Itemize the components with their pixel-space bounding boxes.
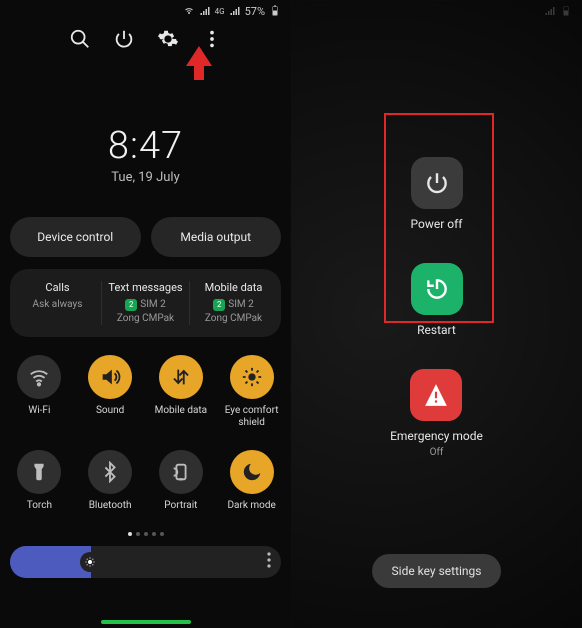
- sim-calls-sub: Ask always: [18, 298, 97, 312]
- portrait-tile[interactable]: Portrait: [148, 450, 215, 522]
- emergency-label: Emergency mode: [390, 429, 483, 443]
- emergency-icon: [410, 369, 462, 421]
- side-key-label: Side key settings: [392, 564, 482, 578]
- sim-calls-title: Calls: [18, 281, 97, 294]
- qs-label: Wi-Fi: [28, 405, 50, 427]
- qs-label: Torch: [27, 500, 52, 522]
- emergency-mode-button[interactable]: Emergency mode Off: [390, 369, 483, 458]
- sound-icon: [88, 355, 132, 399]
- status-bar: 4G 57%: [0, 0, 291, 22]
- qs-label: Dark mode: [227, 500, 275, 522]
- sim-data-col[interactable]: Mobile data 2SIM 2Zong CMPak: [190, 281, 277, 325]
- restart-icon: [411, 263, 463, 315]
- signal-icon: [544, 5, 556, 17]
- media-output-button[interactable]: Media output: [151, 217, 282, 257]
- brightness-fill: [10, 546, 91, 578]
- qs-label: Portrait: [164, 500, 197, 522]
- sim-badge-icon: 2: [125, 299, 137, 311]
- wifi-icon: [17, 355, 61, 399]
- clock-time: 8:47: [0, 124, 291, 168]
- brightness-more-icon[interactable]: [267, 552, 271, 572]
- dark-mode-icon: [230, 450, 274, 494]
- settings-button[interactable]: [157, 28, 179, 50]
- clock-date: Tue, 19 July: [0, 170, 291, 185]
- sim-badge-icon: 2: [213, 299, 225, 311]
- notification-panel-screen: 4G 57% 8:47 Tue, 19 July Device control …: [0, 0, 291, 628]
- sim-texts-col[interactable]: Text messages 2SIM 2Zong CMPak: [102, 281, 190, 325]
- sim-manager-card[interactable]: Calls Ask always Text messages 2SIM 2Zon…: [10, 269, 281, 337]
- mobile-data-icon: [159, 355, 203, 399]
- qs-label: Sound: [96, 405, 124, 427]
- qs-label: Bluetooth: [89, 500, 132, 522]
- brightness-thumb: [80, 552, 100, 572]
- battery-icon: [269, 5, 281, 17]
- mobile-data-tile[interactable]: Mobile data: [148, 355, 215, 428]
- device-control-button[interactable]: Device control: [10, 217, 141, 257]
- dark-mode-tile[interactable]: Dark mode: [218, 450, 285, 522]
- eye-comfort-icon: [230, 355, 274, 399]
- hotspot-icon: [183, 5, 195, 17]
- bluetooth-tile[interactable]: Bluetooth: [77, 450, 144, 522]
- torch-icon: [17, 450, 61, 494]
- quick-settings-grid: Wi-Fi Sound Mobile data Eye comfort shie…: [6, 355, 285, 522]
- media-output-label: Media output: [180, 230, 251, 244]
- sound-tile[interactable]: Sound: [77, 355, 144, 428]
- network-type: 4G: [215, 7, 225, 16]
- page-indicator: [0, 532, 291, 536]
- signal2-icon: [229, 5, 241, 17]
- torch-tile[interactable]: Torch: [6, 450, 73, 522]
- portrait-icon: [159, 450, 203, 494]
- qs-label: Mobile data: [155, 405, 208, 427]
- sim-data-sub: 2SIM 2Zong CMPak: [194, 298, 273, 325]
- clock-block: 8:47 Tue, 19 July: [0, 124, 291, 185]
- power-off-button[interactable]: Power off: [411, 157, 463, 231]
- sim-texts-title: Text messages: [106, 281, 185, 294]
- power-icon: [411, 157, 463, 209]
- annotation-arrow: [186, 46, 212, 80]
- side-key-settings-button[interactable]: Side key settings: [372, 554, 502, 588]
- sim-data-title: Mobile data: [194, 281, 273, 294]
- wifi-tile[interactable]: Wi-Fi: [6, 355, 73, 428]
- power-off-label: Power off: [411, 217, 463, 231]
- qs-label: Eye comfort shield: [218, 405, 285, 428]
- device-control-label: Device control: [37, 230, 113, 244]
- restart-label: Restart: [417, 323, 456, 337]
- battery-pct: 57%: [245, 5, 265, 18]
- restart-button[interactable]: Restart: [411, 263, 463, 337]
- bluetooth-icon: [88, 450, 132, 494]
- battery-icon: [560, 5, 572, 17]
- sim-texts-sub: 2SIM 2Zong CMPak: [106, 298, 185, 325]
- status-bar: [291, 0, 582, 22]
- sim-calls-col[interactable]: Calls Ask always: [14, 281, 102, 325]
- search-button[interactable]: [69, 28, 91, 50]
- power-menu-screen: Power off Restart Emergency mode Off Sid…: [291, 0, 582, 628]
- brightness-slider[interactable]: [10, 546, 281, 578]
- power-button[interactable]: [113, 28, 135, 50]
- eye-comfort-tile[interactable]: Eye comfort shield: [218, 355, 285, 428]
- gesture-hint-bar: [101, 620, 191, 624]
- signal-icon: [199, 5, 211, 17]
- panel-top-icons: [0, 28, 291, 50]
- emergency-state: Off: [430, 447, 444, 458]
- more-button[interactable]: [201, 28, 223, 50]
- power-menu-options: Power off Restart Emergency mode Off: [291, 157, 582, 458]
